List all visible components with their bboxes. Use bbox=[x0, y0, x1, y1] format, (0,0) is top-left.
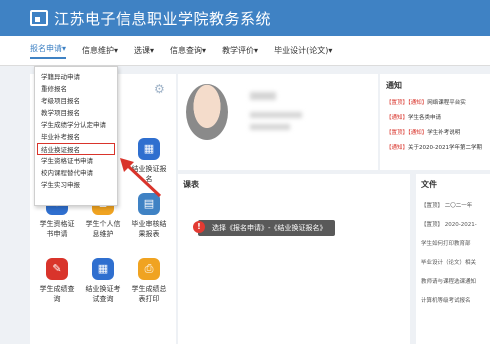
menu-item-xuefen-rending[interactable]: 学生成绩学分认定申请 bbox=[35, 119, 117, 131]
gear-icon[interactable]: ⚙ bbox=[154, 82, 165, 96]
menu-item-shixi-shenbao[interactable]: 学生实习申报 bbox=[35, 179, 117, 191]
course-title: 课表 bbox=[183, 180, 199, 189]
tile-huanzheng-kaoshi[interactable]: ▦ 结业换证考 试查询 bbox=[78, 258, 128, 304]
file-row[interactable]: 【置顶】 2020-2021- bbox=[421, 220, 485, 228]
blurred-info bbox=[250, 124, 290, 130]
alert-icon: ! bbox=[193, 221, 205, 233]
menu-item-kaoji[interactable]: 考级项目报名 bbox=[35, 95, 117, 107]
tile-jieye-huanzheng[interactable]: ▦ 结业换证报 名 bbox=[124, 138, 174, 184]
file-row[interactable]: 计算机等级考试报名 bbox=[421, 296, 485, 304]
file-row[interactable]: 毕业设计（论文）相关 bbox=[421, 258, 485, 266]
course-schedule-panel: 课表 bbox=[178, 174, 410, 344]
menu-item-kecheng-tidai[interactable]: 校内课程替代申请 bbox=[35, 167, 117, 179]
notice-row[interactable]: 【通知】关于2020-2021学年第二学期 bbox=[386, 143, 484, 151]
files-title: 文件 bbox=[421, 180, 437, 189]
tile-biye-shenhe[interactable]: ▤ 毕业审核结 果报表 bbox=[124, 193, 174, 239]
baoming-dropdown-menu: 学籍异动申请 重修报名 考级项目报名 教学项目报名 学生成绩学分认定申请 毕业补… bbox=[34, 66, 118, 206]
search-score-icon: ✎ bbox=[46, 258, 68, 280]
nav-baoming[interactable]: 报名申请▾ bbox=[30, 43, 67, 59]
notice-panel: 通知 【置顶】【通知】网络课程平台实 【通知】学生各类申请 【置顶】【通知】学生… bbox=[380, 74, 490, 170]
file-row[interactable]: 【置顶】 二〇二一年 bbox=[421, 201, 485, 209]
menu-item-biye-bukao[interactable]: 毕业补考报名 bbox=[35, 131, 117, 143]
grid-icon: ▦ bbox=[92, 258, 114, 280]
app-logo-icon bbox=[30, 10, 48, 26]
notice-row[interactable]: 【置顶】【通知】学生补考说明 bbox=[386, 128, 484, 136]
menu-item-jieye-huanzheng[interactable]: 结业换证报名 bbox=[37, 143, 115, 155]
tile-chengji-zongbiao[interactable]: ⎙ 学生成绩总 表打印 bbox=[124, 258, 174, 304]
files-panel: 文件 【置顶】 二〇二一年 【置顶】 2020-2021- 学生如何打印教育部 … bbox=[416, 174, 490, 344]
nav-xuanke[interactable]: 选课▾ bbox=[134, 45, 154, 56]
app-title: 江苏电子信息职业学院教务系统 bbox=[54, 9, 272, 28]
file-row[interactable]: 教师请与课程选课通知 bbox=[421, 277, 485, 285]
notice-title: 通知 bbox=[386, 81, 402, 90]
print-icon: ⎙ bbox=[138, 258, 160, 280]
menu-item-xueji-yidong[interactable]: 学籍异动申请 bbox=[35, 71, 117, 83]
top-nav: 报名申请▾ 信息维护▾ 选课▾ 信息查询▾ 教学评价▾ 毕业设计(论文)▾ bbox=[0, 36, 490, 66]
blurred-info bbox=[250, 112, 302, 118]
tile-chengji-chaxun[interactable]: ✎ 学生成绩查 询 bbox=[32, 258, 82, 304]
nav-biye-sheji[interactable]: 毕业设计(论文)▾ bbox=[274, 45, 332, 56]
report-icon: ▤ bbox=[138, 193, 160, 215]
avatar bbox=[186, 84, 228, 140]
nav-xinxi-weihu[interactable]: 信息维护▾ bbox=[82, 45, 118, 56]
blurred-name bbox=[250, 92, 276, 100]
nav-xinxi-chaxun[interactable]: 信息查询▾ bbox=[170, 45, 206, 56]
file-row[interactable]: 学生如何打印教育部 bbox=[421, 239, 485, 247]
notice-row[interactable]: 【通知】学生各类申请 bbox=[386, 113, 484, 121]
menu-item-jiaoxue-xiangmu[interactable]: 教学项目报名 bbox=[35, 107, 117, 119]
grid-icon: ▦ bbox=[138, 138, 160, 160]
instruction-callout: 选择《报名申请》-《结业换证报名》 bbox=[198, 220, 335, 236]
menu-item-zige-zhengshu[interactable]: 学生资格证书申请 bbox=[35, 155, 117, 167]
app-header: 江苏电子信息职业学院教务系统 bbox=[0, 0, 490, 36]
nav-jiaoxue-pingjia[interactable]: 教学评价▾ bbox=[222, 45, 258, 56]
notice-row[interactable]: 【置顶】【通知】网络课程平台实 bbox=[386, 98, 484, 106]
menu-item-chongxiu[interactable]: 重修报名 bbox=[35, 83, 117, 95]
